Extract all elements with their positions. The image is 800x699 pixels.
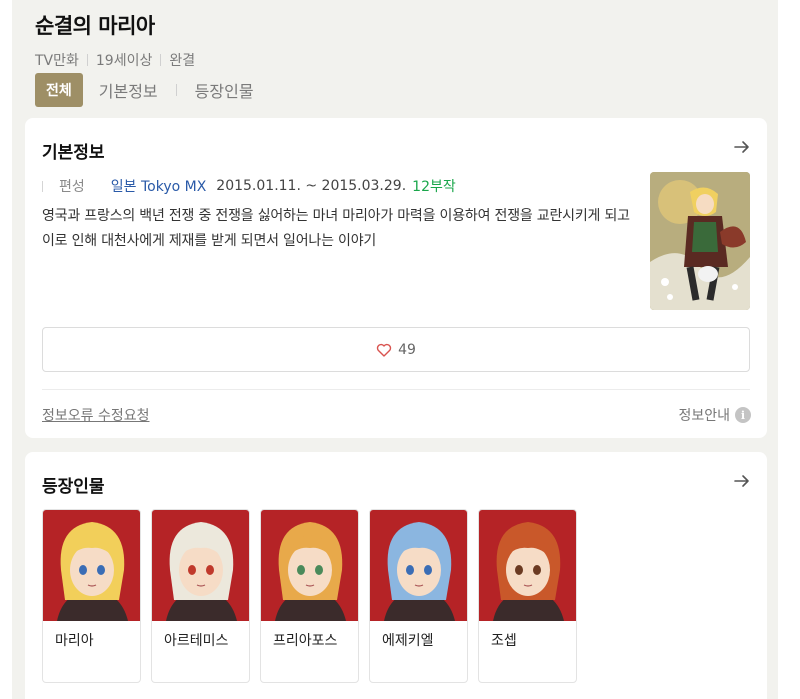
meta-divider <box>86 54 88 66</box>
basic-info-card: 기본정보 편성 일본 Tokyo MX 2015.01.11. ~ 2015.0… <box>25 118 767 438</box>
meta-info: TV만화 19세이상 완결 <box>35 50 195 70</box>
characters-title: 등장인물 <box>42 477 105 497</box>
character-portrait <box>479 510 576 621</box>
character-portrait <box>152 510 249 621</box>
character-card[interactable]: 조셉 <box>478 509 577 683</box>
character-name: 아르테미스 <box>164 633 229 649</box>
tab-characters[interactable]: 등장인물 <box>195 78 254 102</box>
header: 순결의 마리아 TV만화 19세이상 완결 <box>35 10 195 70</box>
meta-rating: 19세이상 <box>95 53 153 69</box>
row-marker <box>42 180 43 192</box>
character-card[interactable]: 에제키엘 <box>369 509 468 683</box>
heart-icon <box>376 343 392 357</box>
character-name: 조셉 <box>491 633 517 649</box>
character-portrait <box>43 510 140 621</box>
poster-image[interactable] <box>650 172 750 310</box>
info-guide-label: 정보안내 <box>678 408 730 424</box>
character-card[interactable]: 프리아포스 <box>260 509 359 683</box>
episode-count: 12부작 <box>412 179 456 195</box>
tab-bar: 전체 기본정보 등장인물 <box>35 73 254 107</box>
meta-divider <box>160 54 162 66</box>
arrow-right-icon[interactable] <box>733 472 751 490</box>
broadcast-dates: 2015.01.11. ~ 2015.03.29. <box>216 178 407 194</box>
like-button[interactable]: 49 <box>42 327 750 372</box>
tab-all[interactable]: 전체 <box>35 73 83 107</box>
broadcast-label: 편성 <box>59 179 85 195</box>
synopsis: 영국과 프랑스의 백년 전쟁 중 전쟁을 싫어하는 마녀 마리아가 마력을 이용… <box>42 208 630 249</box>
character-portrait <box>261 510 358 621</box>
divider <box>42 389 750 390</box>
meta-status: 완결 <box>169 53 196 69</box>
characters-card: 등장인물 마리아 아르테미스 프리아포스 에제키엘 조셉 <box>25 452 767 699</box>
meta-genre: TV만화 <box>35 53 79 69</box>
basic-info-title: 기본정보 <box>42 143 105 163</box>
character-list: 마리아 아르테미스 프리아포스 에제키엘 조셉 <box>42 509 587 683</box>
page-title: 순결의 마리아 <box>35 14 155 38</box>
character-card[interactable]: 아르테미스 <box>151 509 250 683</box>
character-name: 에제키엘 <box>382 633 434 649</box>
report-error-link[interactable]: 정보오류 수정요청 <box>42 405 150 425</box>
broadcast-row: 편성 일본 Tokyo MX 2015.01.11. ~ 2015.03.29.… <box>42 176 456 196</box>
like-count: 49 <box>398 341 416 358</box>
character-name: 마리아 <box>55 633 94 649</box>
info-icon: i <box>735 407 751 423</box>
info-guide-button[interactable]: 정보안내 i <box>678 405 751 425</box>
tab-basic-info[interactable]: 기본정보 <box>99 78 158 102</box>
tab-divider <box>175 84 177 96</box>
broadcast-channel-link[interactable]: 일본 Tokyo MX <box>111 176 207 196</box>
arrow-right-icon[interactable] <box>733 138 751 156</box>
character-name: 프리아포스 <box>273 633 338 649</box>
character-card[interactable]: 마리아 <box>42 509 141 683</box>
character-portrait <box>370 510 467 621</box>
